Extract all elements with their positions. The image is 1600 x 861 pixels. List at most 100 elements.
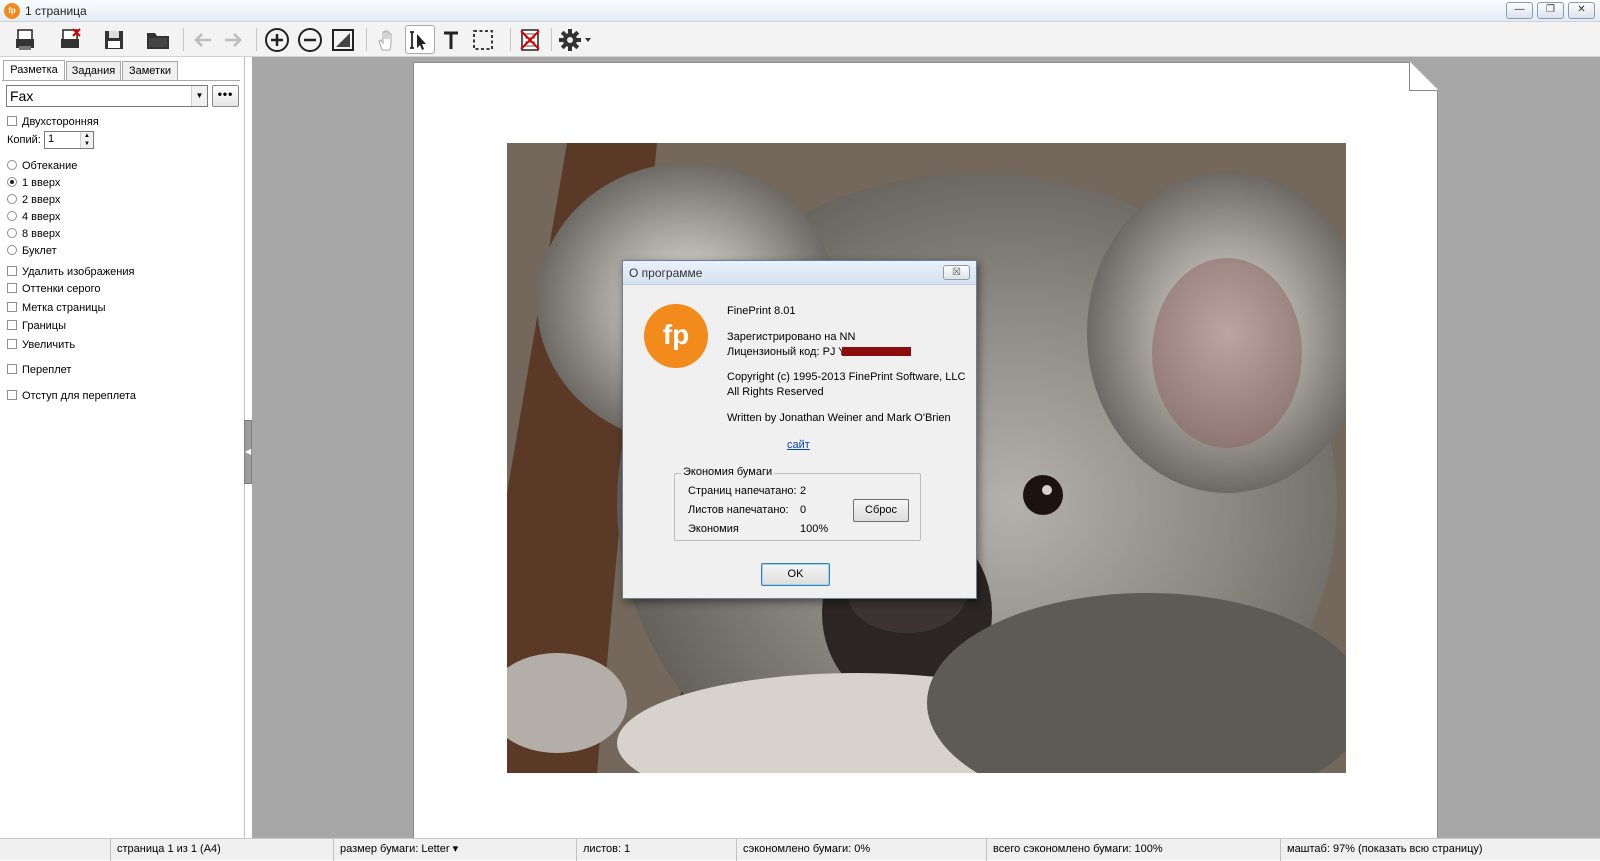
tab-layout[interactable]: Разметка bbox=[3, 60, 65, 81]
economy-label: Экономия bbox=[688, 523, 739, 535]
panel-splitter-handle[interactable]: ◀ bbox=[244, 420, 252, 484]
save-icon[interactable] bbox=[99, 25, 129, 54]
layout-radio-label: 2 вверх bbox=[22, 194, 61, 206]
reset-button[interactable]: Сброс bbox=[853, 499, 909, 522]
option-checkbox[interactable] bbox=[7, 283, 17, 293]
layout-radio-selected[interactable] bbox=[7, 177, 17, 187]
profile-select[interactable]: Fax ▼ bbox=[6, 85, 208, 107]
paper-savings-group: Экономия бумаги Страниц напечатано: 2 Ли… bbox=[674, 466, 921, 541]
option-label: Удалить изображения bbox=[22, 266, 135, 278]
page-fold-corner bbox=[1409, 62, 1438, 91]
option-grayscale[interactable]: Оттенки серого bbox=[7, 282, 100, 296]
zoom-in-icon[interactable] bbox=[262, 25, 292, 54]
layout-radio-2up[interactable]: 2 вверх bbox=[7, 193, 60, 207]
dialog-close-button[interactable]: ☒ bbox=[943, 265, 970, 280]
window-title: 1 страница bbox=[25, 4, 87, 18]
status-paper-size[interactable]: размер бумаги: Letter ▾ bbox=[333, 839, 458, 861]
zoom-out-icon[interactable] bbox=[295, 25, 325, 54]
duplex-checkbox[interactable]: Двухсторонняя bbox=[7, 115, 99, 129]
option-checkbox[interactable] bbox=[7, 339, 17, 349]
option-checkbox[interactable] bbox=[7, 364, 17, 374]
license-redaction bbox=[842, 347, 911, 356]
dialog-title: О программе bbox=[629, 266, 703, 280]
copies-stepper[interactable]: 1 ▲ ▼ bbox=[44, 131, 94, 149]
toolbar bbox=[0, 22, 1600, 57]
option-remove-images[interactable]: Удалить изображения bbox=[7, 265, 134, 279]
fit-page-icon[interactable] bbox=[328, 25, 358, 54]
pages-printed-value: 2 bbox=[800, 485, 807, 497]
layout-panel: Разметка Задания Заметки Fax ▼ ••• Двухс… bbox=[0, 57, 245, 838]
print-icon[interactable] bbox=[10, 25, 40, 54]
back-arrow-icon[interactable] bbox=[188, 25, 218, 54]
chevron-down-icon[interactable]: ▼ bbox=[191, 86, 207, 106]
option-label: Границы bbox=[22, 320, 66, 332]
option-label: Переплет bbox=[22, 364, 72, 376]
authors-text: Written by Jonathan Weiner and Mark O'Br… bbox=[727, 412, 951, 424]
title-bar: fp 1 страница — ❐ ✕ bbox=[0, 0, 1600, 22]
text-tool-icon[interactable] bbox=[436, 25, 466, 54]
forward-arrow-icon[interactable] bbox=[218, 25, 248, 54]
settings-icon[interactable] bbox=[556, 25, 596, 54]
status-total-saved: всего сэкономлено бумаги: 100% bbox=[986, 839, 1163, 861]
layout-radio-wrap[interactable]: Обтекание bbox=[7, 159, 77, 173]
layout-radio-booklet[interactable]: Буклет bbox=[7, 244, 57, 258]
option-checkbox[interactable] bbox=[7, 320, 17, 330]
delete-job-icon[interactable] bbox=[515, 25, 545, 54]
layout-radio-label: Буклет bbox=[22, 245, 57, 257]
fineprint-logo: fp bbox=[644, 304, 708, 368]
pages-printed-label: Страниц напечатано: bbox=[688, 485, 797, 497]
sheets-printed-label: Листов напечатано: bbox=[688, 504, 789, 516]
layout-radio-label: Обтекание bbox=[22, 160, 78, 172]
status-paper-saved: сэкономлено бумаги: 0% bbox=[736, 839, 870, 861]
option-binding-margin[interactable]: Отступ для переплета bbox=[7, 389, 136, 403]
layout-radio-label: 4 вверх bbox=[22, 211, 61, 223]
status-sheets: листов: 1 bbox=[576, 839, 630, 861]
license-code: Лицензионый код: PJ Y bbox=[727, 346, 846, 358]
sheets-printed-value: 0 bbox=[800, 504, 807, 516]
maximize-button[interactable]: ❐ bbox=[1537, 2, 1564, 19]
layout-radio-1up[interactable]: 1 вверх bbox=[7, 176, 60, 190]
layout-radio-label: 8 вверх bbox=[22, 228, 61, 240]
text-select-icon[interactable] bbox=[405, 25, 435, 54]
layout-radio[interactable] bbox=[7, 211, 17, 221]
status-bar: страница 1 из 1 (A4) размер бумаги: Lett… bbox=[0, 838, 1600, 861]
option-borders[interactable]: Границы bbox=[7, 319, 66, 333]
ok-button[interactable]: OK bbox=[761, 563, 830, 586]
copyright-text: Copyright (c) 1995-2013 FinePrint Softwa… bbox=[727, 371, 966, 383]
open-folder-icon[interactable] bbox=[143, 25, 173, 54]
registered-to: Зарегистрировано на NN bbox=[727, 331, 856, 343]
layout-radio[interactable] bbox=[7, 245, 17, 255]
option-binding[interactable]: Переплет bbox=[7, 363, 71, 377]
about-dialog: О программе ☒ fp FinePrint 8.01 Зарегист… bbox=[622, 260, 977, 599]
spin-arrows-icon[interactable]: ▲ ▼ bbox=[80, 132, 93, 148]
print-delete-icon[interactable] bbox=[55, 25, 85, 54]
dialog-title-bar: О программе ☒ bbox=[623, 261, 976, 285]
layout-radio[interactable] bbox=[7, 228, 17, 238]
option-checkbox[interactable] bbox=[7, 302, 17, 312]
minimize-button[interactable]: — bbox=[1506, 2, 1533, 19]
option-checkbox[interactable] bbox=[7, 266, 17, 276]
close-button[interactable]: ✕ bbox=[1568, 2, 1595, 19]
option-enlarge[interactable]: Увеличить bbox=[7, 338, 75, 352]
layout-radio[interactable] bbox=[7, 194, 17, 204]
layout-radio-4up[interactable]: 4 вверх bbox=[7, 210, 60, 224]
rights-text: All Rights Reserved bbox=[727, 386, 824, 398]
option-checkbox[interactable] bbox=[7, 390, 17, 400]
duplex-checkbox-box[interactable] bbox=[7, 116, 17, 126]
tab-notes[interactable]: Заметки bbox=[122, 61, 178, 81]
option-label: Метка страницы bbox=[22, 302, 106, 314]
tab-jobs[interactable]: Задания bbox=[66, 61, 121, 81]
option-label: Увеличить bbox=[22, 339, 76, 351]
copies-value: 1 bbox=[48, 133, 55, 145]
layout-radio[interactable] bbox=[7, 160, 17, 170]
marquee-select-icon[interactable] bbox=[468, 25, 498, 54]
layout-radio-8up[interactable]: 8 вверх bbox=[7, 227, 60, 241]
option-page-stamp[interactable]: Метка страницы bbox=[7, 301, 106, 315]
status-zoom[interactable]: маштаб: 97% (показать всю страницу) bbox=[1280, 839, 1483, 861]
profile-more-button[interactable]: ••• bbox=[212, 85, 239, 107]
fineprint-app-icon: fp bbox=[4, 3, 20, 19]
status-page: страница 1 из 1 (A4) bbox=[110, 839, 221, 861]
site-link[interactable]: сайт bbox=[787, 439, 810, 451]
hand-icon[interactable] bbox=[372, 25, 402, 54]
option-label: Оттенки серого bbox=[22, 283, 101, 295]
